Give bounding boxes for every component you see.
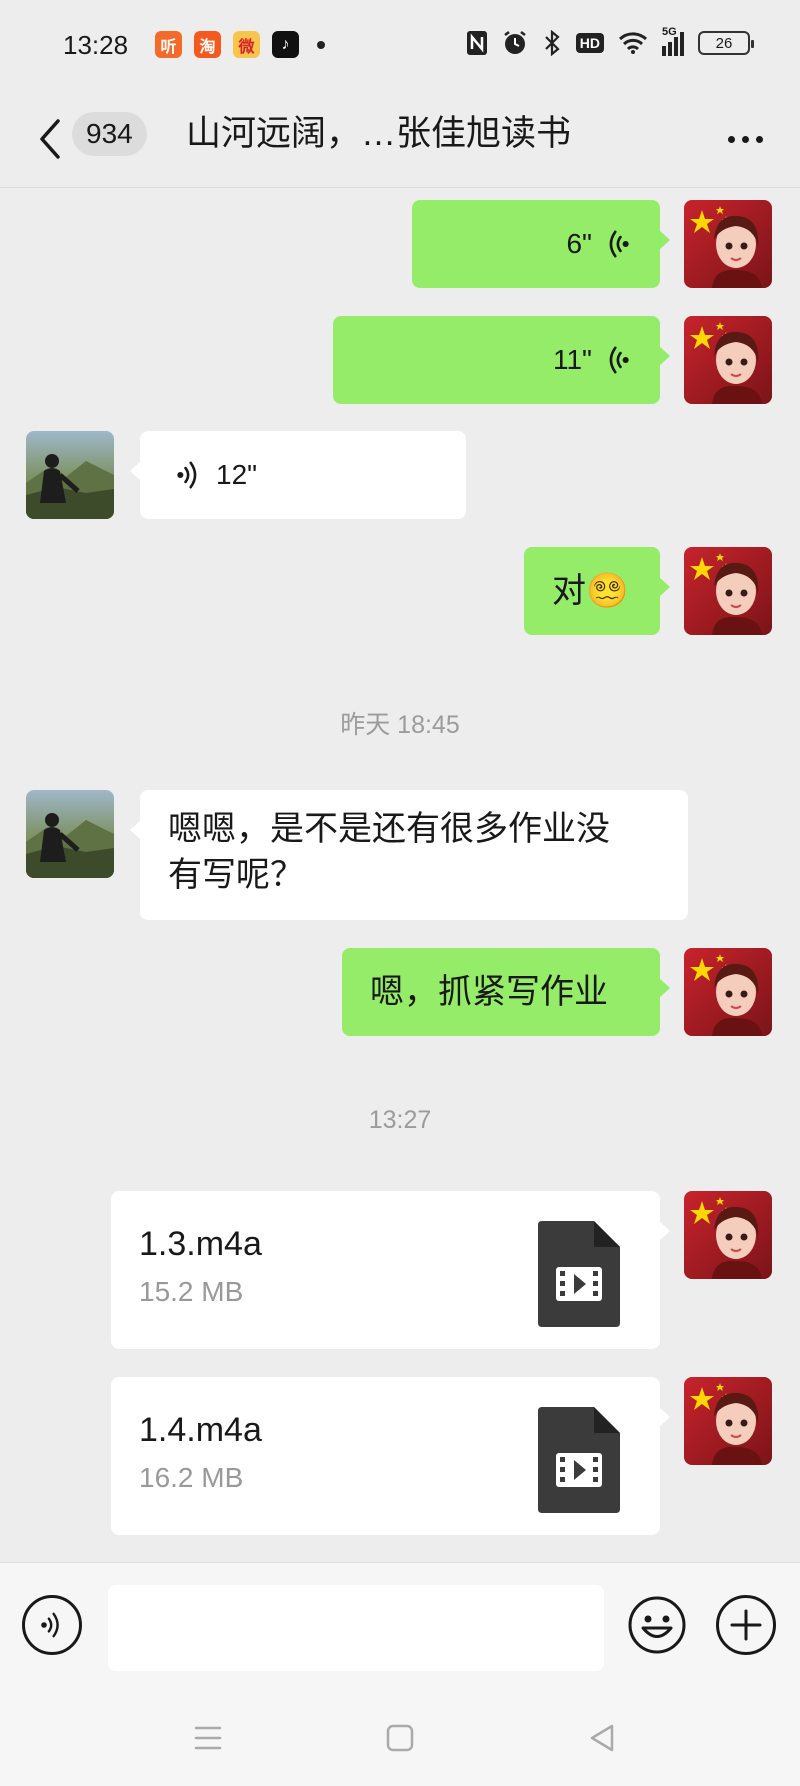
back-button[interactable] [30,114,70,164]
file-size: 15.2 MB [139,1276,244,1307]
voice-wave-icon [176,457,202,493]
voice-input-icon [40,1609,64,1641]
my-avatar[interactable] [684,1377,772,1465]
more-dots-icon [727,135,735,143]
ting-app-icon: 听 [155,31,182,58]
menu-icon[interactable] [188,1718,228,1758]
contact-avatar[interactable] [26,431,114,519]
voice-wave-icon [604,226,630,262]
status-indicators: HD 5G 26 [466,26,754,56]
system-navigation-bar [0,1690,800,1786]
back-triangle-icon[interactable] [582,1718,622,1758]
chat-input-bar [0,1562,800,1690]
file-message-card[interactable]: 1.3.m4a 15.2 MB [111,1191,670,1349]
hd-badge: HD [575,33,604,53]
network-type-label: 5G [662,26,677,38]
voice-duration: 11" [552,344,592,375]
message-text-line: 嗯嗯，是不是还有很多作业没 [168,810,610,848]
text-message-bubble[interactable]: 嗯，抓紧写作业 [342,948,670,1036]
nfc-icon [466,31,487,55]
taobao-app-icon: 淘 [194,31,221,58]
voice-input-button[interactable] [22,1595,82,1655]
wifi-icon [618,32,648,54]
more-notifications-dot [317,40,325,49]
message-text-line: 有写呢？ [168,856,304,894]
voice-message-bubble[interactable]: 11" [333,316,670,404]
battery-indicator: 26 [698,31,754,55]
unread-count-badge[interactable]: 934 [72,112,147,156]
my-avatar[interactable] [684,1191,772,1279]
text-message-bubble[interactable]: 对😵‍💫 [524,547,670,635]
emoji-button[interactable] [627,1595,687,1655]
my-avatar[interactable] [684,547,772,635]
chat-title: 山河远阔，…张佳旭读书 [186,114,572,153]
signal-icon: 5G [662,26,684,56]
contact-avatar[interactable] [26,790,114,878]
text-message-bubble[interactable]: 嗯嗯，是不是还有很多作业没 有写呢？ [130,790,688,920]
chevron-left-icon [40,119,60,159]
my-avatar[interactable] [684,948,772,1036]
status-time: 13:28 [63,30,129,60]
my-avatar[interactable] [684,316,772,404]
voice-message-bubble[interactable]: 12" [130,431,466,519]
voice-wave-icon [604,342,630,378]
message-input[interactable] [108,1585,604,1671]
chat-header: 934 山河远阔，…张佳旭读书 [0,92,800,188]
my-avatar[interactable] [684,200,772,288]
voice-message-bubble[interactable]: 6" [412,200,670,288]
file-size: 16.2 MB [139,1462,244,1493]
home-icon[interactable] [380,1718,420,1758]
status-app-icons: 听 淘 微 ♪ [155,31,325,58]
weibo-app-icon: 微 [233,31,260,58]
file-message-card[interactable]: 1.4.m4a 16.2 MB [111,1377,670,1535]
status-bar: 13:28 听 淘 微 ♪ HD 5G 26 [0,0,800,92]
more-options-button[interactable] [720,114,770,164]
message-text: 嗯，抓紧写作业 [370,973,608,1011]
douyin-app-icon: ♪ [272,31,299,58]
voice-duration: 6" [566,228,592,259]
voice-duration: 12" [216,459,258,490]
video-file-icon [538,1221,620,1327]
video-file-icon [538,1407,620,1513]
file-name: 1.3.m4a [139,1225,262,1263]
chat-timestamp: 13:27 [368,1106,432,1134]
alarm-icon [504,31,526,54]
emoji-icon [628,1596,686,1654]
bluetooth-icon [544,30,560,56]
file-name: 1.4.m4a [139,1411,262,1449]
plus-icon [730,1609,762,1641]
chat-timestamp: 昨天 18:45 [340,711,460,739]
message-text: 对😵‍💫 [552,572,629,610]
more-actions-button[interactable] [716,1595,776,1655]
